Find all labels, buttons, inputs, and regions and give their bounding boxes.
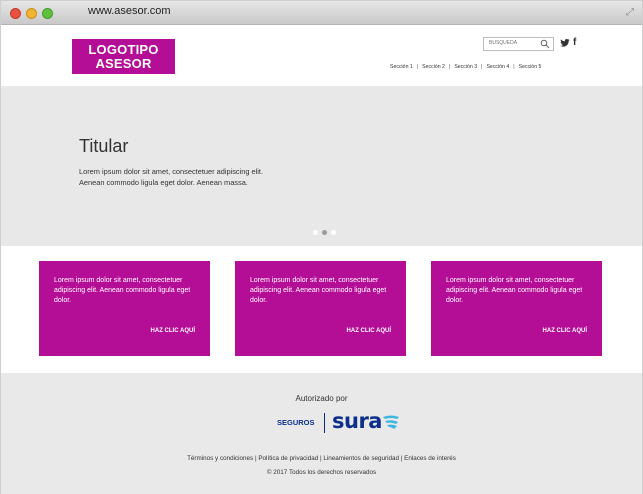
sura-seguros-label: SEGUROS [277,418,315,427]
hero-title: Titular [79,136,129,156]
sura-divider [324,413,325,433]
card-cta-link[interactable]: HAZ CLIC AQUÍ [543,328,587,334]
browser-titlebar: www.asesor.com ⤢ [1,1,642,25]
search-input[interactable] [489,40,539,46]
link-enlaces[interactable]: Enlaces de interés [404,455,456,462]
twitter-icon[interactable] [560,38,570,48]
maximize-window-button[interactable] [42,8,53,19]
site-logo[interactable]: LOGOTIPO ASESOR [72,39,175,74]
card-cta-link[interactable]: HAZ CLIC AQUÍ [151,328,195,334]
nav-item-seccion-4[interactable]: Sección 4 [486,64,509,70]
card-cta-link[interactable]: HAZ CLIC AQUÍ [347,328,391,334]
sura-wordmark: sura [332,409,382,433]
card-text: Lorem ipsum dolor sit amet, consectetuer… [54,277,191,304]
nav-item-seccion-2[interactable]: Sección 2 [422,64,445,70]
hero-banner: Titular Lorem ipsum dolor sit amet, cons… [1,86,642,246]
authorized-by-label: Autorizado por [295,394,348,403]
nav-separator: | [481,64,483,70]
promo-card-1: Lorem ipsum dolor sit amet, consectetuer… [39,261,210,356]
nav-separator: | [416,64,419,70]
browser-window: www.asesor.com ⤢ LOGOTIPO ASESOR f Secci… [0,0,643,494]
main-nav: Sección 1 | Sección 2 | Sección 3 | Sección 4 |… [390,64,541,70]
facebook-icon[interactable]: f [573,37,576,48]
link-terminos[interactable]: Términos y condiciones [187,455,253,462]
nav-item-seccion-3[interactable]: Sección 3 [454,64,477,70]
address-bar[interactable]: www.asesor.com [88,5,171,17]
nav-item-seccion-1[interactable]: Sección 1 [390,64,413,70]
footer-separator: | [254,455,257,462]
card-text: Lorem ipsum dolor sit amet, consectetuer… [250,277,387,304]
fullscreen-icon[interactable]: ⤢ [626,7,634,18]
promo-card-2: Lorem ipsum dolor sit amet, consectetuer… [235,261,406,356]
promo-card-3: Lorem ipsum dolor sit amet, consectetuer… [431,261,602,356]
card-text: Lorem ipsum dolor sit amet, consectetuer… [446,277,583,304]
site-footer: Autorizado por SEGUROS sura Términos y c… [1,373,642,494]
logo-line-1: LOGOTIPO [88,42,159,57]
copyright-text: © 2017 Todos los derechos reservados [266,469,377,476]
sura-logo[interactable]: SEGUROS sura [277,409,407,435]
carousel-dot-3[interactable] [331,230,336,235]
site-header: LOGOTIPO ASESOR f Sección 1|Sección 2|Se… [1,26,642,86]
minimize-window-button[interactable] [26,8,37,19]
carousel-dot-1[interactable] [313,230,318,235]
footer-separator: | [319,455,322,462]
footer-links: Términos y condiciones | Política de pri… [1,455,642,462]
link-seguridad[interactable]: Lineamientos de seguridad [323,455,399,462]
nav-item-seccion-5[interactable]: Sección 5 [519,64,542,70]
carousel-dot-2-active[interactable] [322,230,327,235]
search-box[interactable] [483,37,554,51]
link-privacidad[interactable]: Política de privacidad [258,455,318,462]
nav-separator: | [448,64,451,70]
close-window-button[interactable] [10,8,21,19]
logo-line-2: ASESOR [95,56,152,71]
search-icon[interactable] [540,39,550,49]
hero-text: Lorem ipsum dolor sit amet, consectetuer… [79,167,264,187]
footer-separator: | [400,455,403,462]
carousel-indicators [313,230,337,236]
sura-wave-icon [383,415,399,429]
nav-separator: | [513,64,515,70]
